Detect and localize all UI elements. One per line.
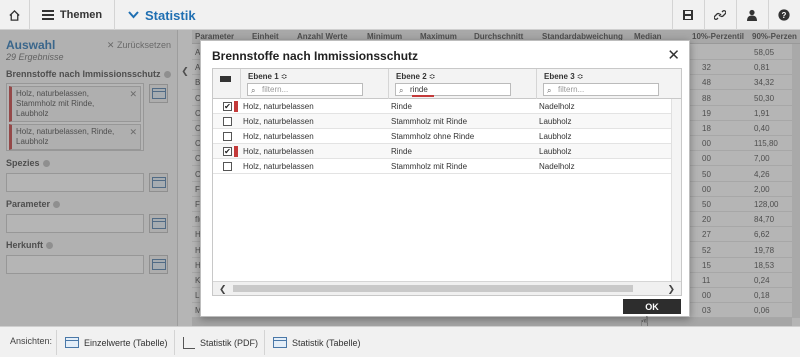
- link-icon: [713, 10, 726, 20]
- selected-marker: [234, 146, 238, 157]
- table-icon: [273, 337, 287, 348]
- scroll-left-icon[interactable]: ❮: [219, 284, 227, 295]
- home-icon: [9, 9, 20, 21]
- view-statistik-tabelle-button[interactable]: Statistik (Tabelle): [264, 330, 369, 355]
- grid-row[interactable]: ✔ Holz, naturbelassen Rinde Nadelholz: [213, 99, 681, 114]
- view-label: Statistik (Tabelle): [292, 337, 361, 348]
- ebene-2-cell: Stammholz ohne Rinde: [391, 132, 475, 141]
- row-checkbox[interactable]: [223, 132, 232, 141]
- grid-row[interactable]: Holz, naturbelassen Stammholz mit Rinde La…: [213, 114, 681, 129]
- row-checkbox[interactable]: ✔: [223, 102, 232, 111]
- ebene-2-cell: Stammholz mit Rinde: [391, 162, 468, 171]
- svg-text:?: ?: [781, 11, 786, 20]
- column-ebene-1: Ebene 1 ≎ ⌕ filtern...: [241, 69, 389, 99]
- filter-input-ebene-2[interactable]: ⌕ rinde: [395, 83, 511, 97]
- row-checkbox[interactable]: ✔: [223, 147, 232, 156]
- select-all-toggle[interactable]: [220, 76, 231, 82]
- help-icon: ?: [777, 9, 790, 21]
- ebene-1-cell: Holz, naturbelassen: [243, 162, 314, 171]
- column-header[interactable]: Ebene 1 ≎: [248, 72, 287, 81]
- selected-marker: [234, 101, 238, 112]
- close-icon[interactable]: ✕: [667, 46, 680, 64]
- grid-row[interactable]: Holz, naturbelassen Stammholz mit Rinde Na…: [213, 159, 681, 174]
- column-header[interactable]: Ebene 3 ≎: [544, 72, 583, 81]
- home-button[interactable]: [0, 0, 30, 30]
- top-toolbar: Themen Statistik ?: [0, 0, 800, 30]
- search-icon: ⌕: [251, 86, 256, 95]
- table-icon: [65, 337, 79, 348]
- ebene-1-cell: Holz, naturbelassen: [243, 102, 314, 111]
- bar-chart-icon: [183, 336, 195, 349]
- ebene-3-cell: Laubholz: [539, 117, 572, 126]
- view-label: Statistik (PDF): [200, 337, 259, 348]
- save-button[interactable]: [672, 0, 702, 30]
- brennstoffe-dialog: Brennstoffe nach Immissionsschutz ✕ Eben…: [200, 40, 690, 317]
- chevron-down-icon: [128, 11, 139, 19]
- save-icon: [682, 10, 693, 20]
- column-ebene-3: Ebene 3 ≎ ⌕ filtern...: [537, 69, 681, 99]
- grid-vertical-scrollbar[interactable]: [671, 99, 681, 281]
- scroll-thumb[interactable]: [233, 285, 633, 292]
- statistik-dropdown[interactable]: Statistik: [128, 0, 196, 30]
- ebene-1-cell: Holz, naturbelassen: [243, 117, 314, 126]
- row-checkbox[interactable]: [223, 117, 232, 126]
- views-label: Ansichten:: [10, 336, 53, 346]
- ebene-2-cell: Rinde: [391, 147, 412, 156]
- help-button[interactable]: ?: [768, 0, 798, 30]
- user-button[interactable]: [736, 0, 766, 30]
- views-bar: Ansichten: Einzelwerte (Tabelle) Statist…: [0, 326, 800, 357]
- sort-icon[interactable]: ≎: [429, 72, 436, 81]
- ebene-3-cell: Laubholz: [539, 147, 572, 156]
- grid-horizontal-scrollbar[interactable]: ❮ ❯: [213, 281, 681, 295]
- filter-input-ebene-1[interactable]: ⌕ filtern...: [247, 83, 363, 96]
- ok-button[interactable]: OK: [623, 299, 681, 314]
- filter-highlight: [412, 95, 434, 97]
- ebene-3-cell: Laubholz: [539, 132, 572, 141]
- selection-grid: Ebene 1 ≎ ⌕ filtern... Ebene 2 ≎ ⌕ rinde Ebe…: [212, 68, 682, 296]
- ebene-2-cell: Stammholz mit Rinde: [391, 117, 468, 126]
- sort-icon[interactable]: ≎: [281, 72, 288, 81]
- ebene-2-cell: Rinde: [391, 102, 412, 111]
- filter-input-ebene-3[interactable]: ⌕ filtern...: [543, 83, 659, 96]
- select-all-cell[interactable]: [213, 69, 241, 99]
- search-icon: ⌕: [547, 86, 552, 95]
- ebene-1-cell: Holz, naturbelassen: [243, 132, 314, 141]
- themen-label: Themen: [59, 9, 103, 21]
- ebene-3-cell: Nadelholz: [539, 162, 575, 171]
- themen-menu-button[interactable]: Themen: [30, 0, 115, 30]
- row-checkbox[interactable]: [223, 162, 232, 171]
- ebene-3-cell: Nadelholz: [539, 102, 575, 111]
- grid-row[interactable]: Holz, naturbelassen Stammholz ohne Rinde L…: [213, 129, 681, 144]
- dialog-title: Brennstoffe nach Immissionsschutz: [212, 49, 419, 63]
- link-button[interactable]: [704, 0, 734, 30]
- hamburger-icon: [41, 10, 54, 20]
- column-header[interactable]: Ebene 2 ≎: [396, 72, 435, 81]
- user-icon: [746, 9, 757, 21]
- sort-icon[interactable]: ≎: [577, 72, 584, 81]
- statistik-label: Statistik: [145, 7, 196, 23]
- view-label: Einzelwerte (Tabelle): [84, 337, 168, 348]
- scroll-right-icon[interactable]: ❯: [667, 284, 675, 295]
- ebene-1-cell: Holz, naturbelassen: [243, 147, 314, 156]
- column-ebene-2: Ebene 2 ≎ ⌕ rinde: [389, 69, 537, 99]
- grid-row[interactable]: ✔ Holz, naturbelassen Rinde Laubholz: [213, 144, 681, 159]
- grid-header: Ebene 1 ≎ ⌕ filtern... Ebene 2 ≎ ⌕ rinde Ebe…: [213, 69, 681, 99]
- view-statistik-pdf-button[interactable]: Statistik (PDF): [174, 330, 266, 355]
- search-icon: ⌕: [399, 86, 404, 95]
- view-einzelwerte-button[interactable]: Einzelwerte (Tabelle): [56, 330, 176, 355]
